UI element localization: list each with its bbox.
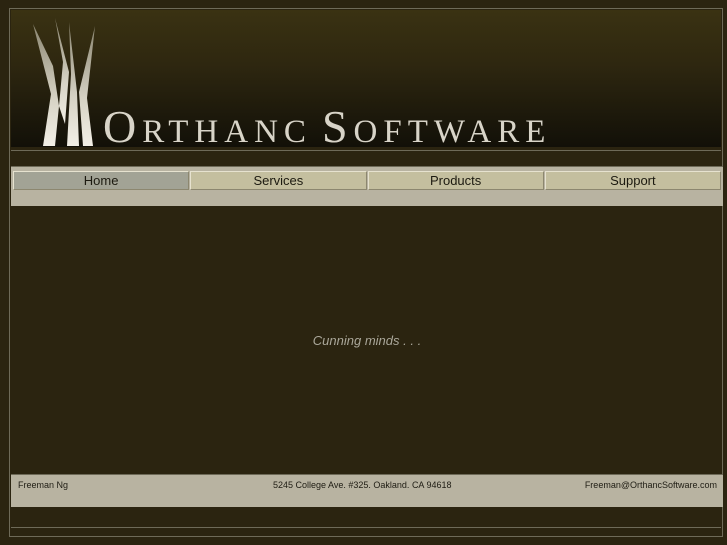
footer-name: Freeman Ng <box>18 480 69 490</box>
footer-bar: Freeman Ng 5245 College Ave. #325. Oakla… <box>11 474 723 507</box>
header-banner: ORTHANC SOFTWARE <box>11 10 721 147</box>
nav-item-support[interactable]: Support <box>544 171 721 190</box>
nav-item-products[interactable]: Products <box>367 171 544 190</box>
brand-initial-s: S <box>321 101 354 148</box>
brand-initial-o: O <box>103 101 143 148</box>
page: ORTHANC SOFTWARE Home Services Products … <box>0 0 727 545</box>
brand-word-orthanc: RTHANC <box>142 114 312 148</box>
footer-email-link[interactable]: Freeman@OrthancSoftware.com <box>585 480 717 490</box>
footer-address: 5245 College Ave. #325. Oakland. CA 9461… <box>273 480 452 490</box>
brand-word-software: OFTWARE <box>353 114 552 148</box>
nav-bar: Home Services Products Support <box>11 166 723 206</box>
nav-item-services[interactable]: Services <box>190 171 367 190</box>
nav-tabs: Home Services Products Support <box>13 171 721 190</box>
tagline: Cunning minds . . . <box>312 333 422 348</box>
stylized-tower-icon <box>33 18 95 146</box>
brand-wordmark: ORTHANC SOFTWARE <box>103 101 552 148</box>
nav-item-home[interactable]: Home <box>13 171 190 190</box>
main-content: Cunning minds . . . <box>11 206 721 473</box>
bottom-divider <box>11 527 721 528</box>
banner-divider <box>11 150 721 151</box>
